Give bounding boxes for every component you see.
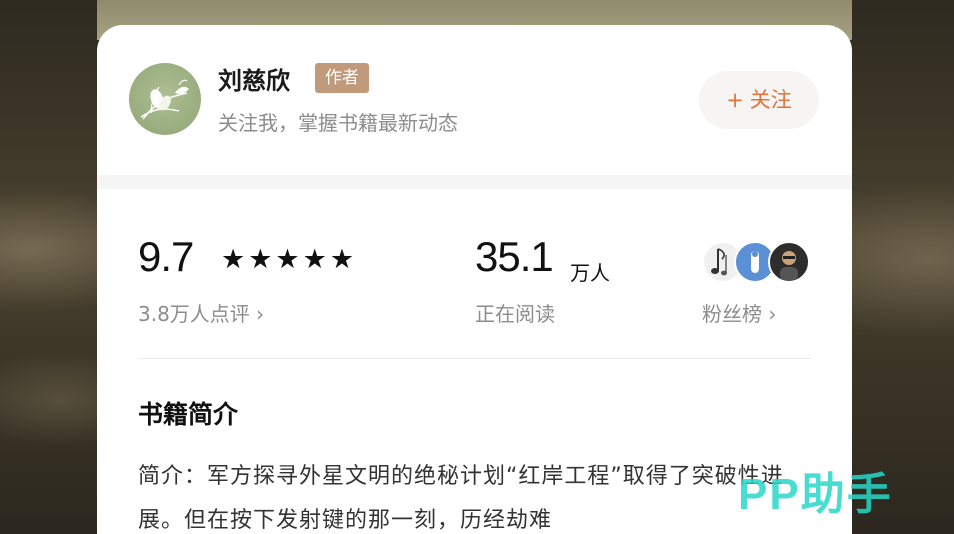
fans-avatars[interactable]: [702, 239, 812, 283]
person-photo-icon: [780, 251, 798, 281]
watermark-logo: PP助手: [738, 470, 893, 519]
stats-divider: [138, 358, 812, 359]
readers-label: 正在阅读: [475, 302, 555, 326]
readers-count: 35.1: [475, 233, 554, 280]
author-subtitle: 关注我，掌握书籍最新动态: [218, 111, 458, 135]
fans-ranking-link[interactable]: 粉丝榜 ›: [702, 298, 776, 327]
author-avatar[interactable]: [129, 63, 201, 135]
intro-title: 书籍简介: [138, 400, 239, 429]
intro-text[interactable]: 简介：军方探寻外星文明的绝秘计划“红岸工程”取得了突破性进展。但在按下发射键的那…: [138, 455, 818, 534]
reviews-link[interactable]: 3.8万人点评 ›: [138, 298, 264, 327]
plus-icon: +: [726, 88, 744, 112]
fan-avatar: [768, 241, 810, 283]
follow-label: 关注: [749, 88, 792, 112]
author-badge: 作者: [315, 63, 369, 93]
orchid-icon: [140, 79, 189, 120]
author-row[interactable]: 刘慈欣 作者 关注我，掌握书籍最新动态 + 关注: [97, 25, 852, 175]
rating-score: 9.7: [138, 233, 194, 280]
section-divider: [97, 175, 852, 189]
rating-stars: ★★★★★: [221, 244, 358, 275]
readers-unit: 万人: [570, 261, 610, 285]
author-name[interactable]: 刘慈欣: [218, 61, 290, 96]
follow-button[interactable]: + 关注: [699, 71, 819, 129]
stats-row: 9.7 ★★★★★ 3.8万人点评 › 35.1 万人 正在阅读 粉丝榜 ›: [97, 189, 852, 359]
